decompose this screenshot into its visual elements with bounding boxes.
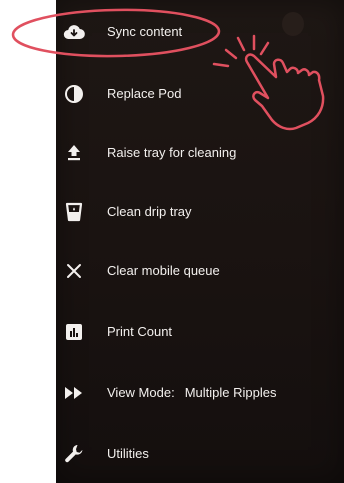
menu-item-label: Print Count xyxy=(107,324,173,339)
menu-item-label: Utilities xyxy=(107,446,149,461)
menu-item-print-count[interactable]: Print Count xyxy=(56,312,344,352)
menu-item-label: Clean drip tray xyxy=(107,204,192,219)
menu-item-label: Clear mobile queue xyxy=(107,263,220,278)
menu-item-sync-content[interactable]: Sync content xyxy=(56,12,344,52)
cloud-download-icon xyxy=(62,20,86,44)
menu-item-label: View Mode: Multiple Ripples xyxy=(107,373,276,413)
drip-tray-icon xyxy=(62,200,86,224)
close-icon xyxy=(62,259,86,283)
view-mode-label: View Mode: xyxy=(107,385,175,400)
menu-item-replace-pod[interactable]: Replace Pod xyxy=(56,74,344,114)
menu-item-label: Raise tray for cleaning xyxy=(107,145,237,160)
view-mode-value: Multiple Ripples xyxy=(184,385,277,400)
bar-chart-icon xyxy=(62,320,86,344)
fast-forward-icon xyxy=(62,381,86,405)
settings-menu: Sync content Replace Pod Raise tray for … xyxy=(56,0,344,483)
menu-item-utilities[interactable]: Utilities xyxy=(56,434,344,474)
menu-item-clear-mobile-queue[interactable]: Clear mobile queue xyxy=(56,251,344,291)
menu-item-view-mode[interactable]: View Mode: Multiple Ripples xyxy=(56,373,344,413)
half-circle-icon xyxy=(62,82,86,106)
upload-arrow-icon xyxy=(62,141,86,165)
menu-item-label: Sync content xyxy=(107,24,183,39)
menu-item-label: Replace Pod xyxy=(107,86,182,101)
wrench-icon xyxy=(62,442,86,466)
menu-item-clean-drip-tray[interactable]: Clean drip tray xyxy=(56,192,344,232)
menu-item-raise-tray[interactable]: Raise tray for cleaning xyxy=(56,133,344,173)
